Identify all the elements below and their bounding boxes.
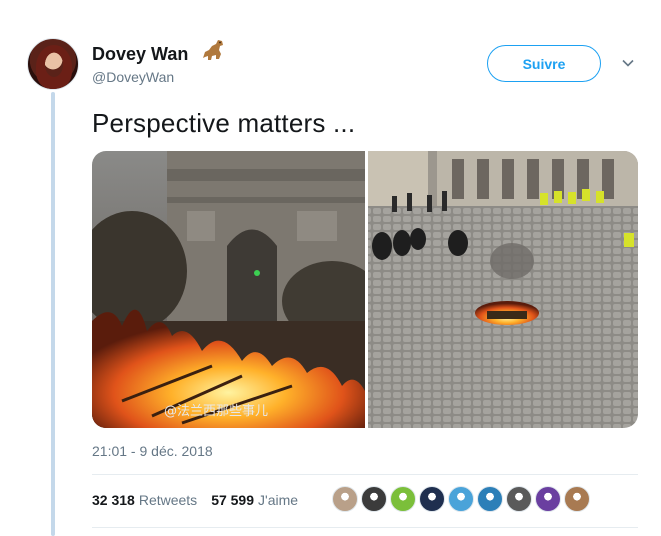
tweet-text: Perspective matters ...	[92, 108, 356, 138]
liker-avatar[interactable]	[506, 486, 532, 512]
left-photo	[92, 151, 382, 428]
retweets-count: 32 318	[92, 492, 135, 508]
retweets-label: Retweets	[138, 492, 198, 508]
chevron-down-icon[interactable]	[621, 56, 635, 70]
liker-avatar[interactable]	[390, 486, 416, 512]
avatar[interactable]	[27, 38, 79, 90]
likers-avatars	[332, 486, 590, 512]
liker-avatar[interactable]	[332, 486, 358, 512]
likes-stat[interactable]: 57 599 J'aime	[211, 492, 298, 508]
author-handle[interactable]: @DoveyWan	[92, 69, 174, 85]
watermark-text: @法兰西那些事儿	[164, 404, 268, 419]
media-images: @法兰西那些事儿	[92, 151, 638, 428]
divider-top	[92, 474, 638, 475]
media-divider	[365, 151, 368, 428]
likes-label: J'aime	[258, 492, 299, 508]
divider-bottom	[92, 527, 638, 528]
liker-avatar[interactable]	[419, 486, 445, 512]
liker-avatar[interactable]	[535, 486, 561, 512]
author-name[interactable]: Dovey Wan	[92, 44, 188, 65]
thread-line	[51, 92, 55, 536]
right-photo	[368, 151, 638, 428]
liker-avatar[interactable]	[477, 486, 503, 512]
retweets-stat[interactable]: 32 318 Retweets	[92, 492, 197, 508]
dinosaur-icon	[203, 40, 223, 60]
liker-avatar[interactable]	[448, 486, 474, 512]
follow-button[interactable]: Suivre	[487, 45, 601, 82]
likes-count: 57 599	[211, 492, 255, 508]
tweet-timestamp[interactable]: 21:01 - 9 déc. 2018	[92, 443, 213, 459]
tweet-media[interactable]: @法兰西那些事儿	[92, 151, 638, 428]
liker-avatar[interactable]	[564, 486, 590, 512]
avatar-hair	[36, 45, 72, 89]
liker-avatar[interactable]	[361, 486, 387, 512]
engagement-stats: 32 318 Retweets 57 599 J'aime	[92, 492, 306, 508]
